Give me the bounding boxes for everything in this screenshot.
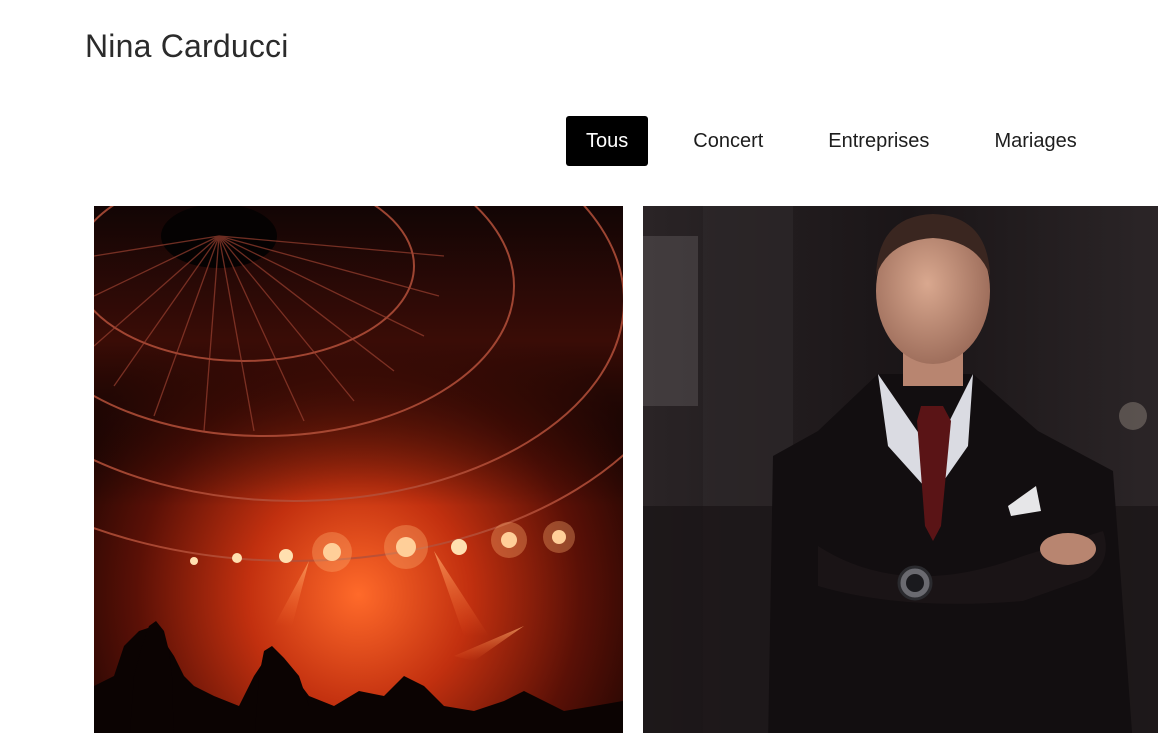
filter-entreprises-button[interactable]: Entreprises	[808, 116, 949, 166]
concert-photo-image	[94, 206, 623, 733]
site-title: Nina Carducci	[85, 28, 289, 64]
businessman-photo-image	[643, 206, 1158, 733]
gallery-photo-entreprises[interactable]	[643, 206, 1158, 733]
filter-tous-button[interactable]: Tous	[566, 116, 649, 166]
gallery-photo-concert[interactable]	[94, 206, 623, 733]
page: Nina Carducci Tous Concert Entreprises M…	[0, 0, 1158, 733]
filter-concert-button[interactable]: Concert	[673, 116, 783, 166]
gallery-filters: Tous Concert Entreprises Mariages	[566, 116, 1097, 166]
filter-mariages-button[interactable]: Mariages	[974, 116, 1096, 166]
